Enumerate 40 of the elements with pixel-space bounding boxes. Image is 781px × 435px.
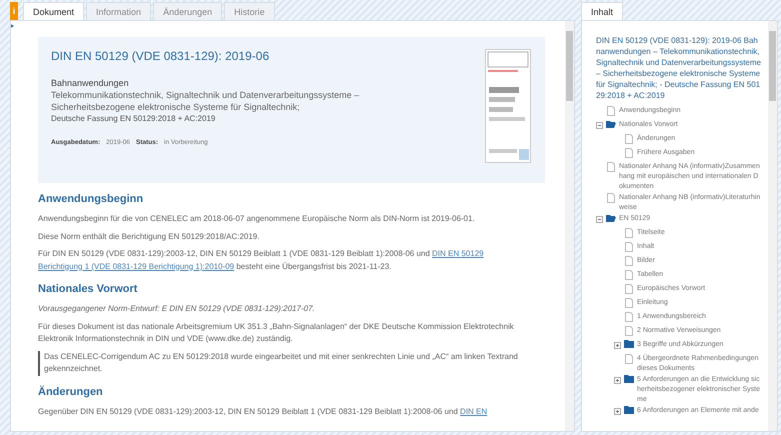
document-title: DIN EN 50129 (VDE 0831-129): 2019-06	[51, 49, 270, 63]
tab[interactable]: Änderungen	[153, 2, 222, 20]
toc-title[interactable]: DIN EN 50129 (VDE 0831-129): 2019-06 Bahnanwendungen – Telekommunikationstechnik, Signaltechnik und Datenverarbeitungssysteme – Sicherheitsbezogene elektronische Systeme für Signaltechnik; - Deutsche Fassung EN 50129:2018 + AC:2019	[596, 35, 762, 101]
section-heading: Anwendungsbeginn	[38, 193, 144, 205]
expand-icon[interactable]	[614, 377, 621, 384]
tab[interactable]: Dokument	[23, 2, 84, 20]
open-folder-icon	[606, 214, 616, 222]
paragraph: Für dieses Dokument ist das nationale Arbeitsgremium UK 351.3 „Bahn-Signalanlagen“ der DKE Deutsche Kommission Elektrotechnik Elektronik Informationstechnik in DIN und VDE (www.dke.de) zuständig.	[38, 320, 515, 345]
paragraph: Anwendungsbeginn für die von CENELEC am 2018-06-07 angenommene Europäische Norm als DIN-Norm ist 2019-06-01.	[38, 213, 476, 225]
page-icon	[624, 354, 634, 364]
paragraph: Diese Norm enthält die Berichtigung EN 50129:2018/AC:2019.	[38, 230, 260, 243]
paragraph: Vorausgegangener Norm-Entwurf: E DIN EN 50129 (VDE 0831-129):2017-07.	[38, 303, 316, 315]
document-subtitle: Bahnanwendungen	[51, 77, 130, 89]
paragraph: Für DIN EN 50129 (VDE 0831-129):2003-12, DIN EN 50129 Beiblatt 1 (VDE 0831-129 Beiblatt 1):2008-06 und DIN EN 50129 Berichtigung 1 (VDE 0831-129 Berichtigung 1):2010-09 besteht eine Übergangsfrist bis 2021-11-23.	[38, 248, 485, 273]
info-badge: i	[10, 2, 18, 20]
scrollbar[interactable]	[565, 21, 574, 431]
document-link[interactable]: Berichtigung 1 (VDE 0831-129 Berichtigung 1):2010-09	[38, 262, 234, 270]
tab[interactable]: Historie	[224, 2, 275, 20]
tab[interactable]: Information	[86, 2, 152, 20]
expand-icon[interactable]	[614, 408, 621, 415]
folder-icon	[624, 375, 634, 383]
page-icon	[606, 193, 616, 203]
scrollbar[interactable]	[768, 21, 777, 431]
paragraph: Gegenüber DIN EN 50129 (VDE 0831-129):2003-12, DIN EN 50129 Beiblatt 1 (VDE 0831-129 Beiblatt 1):2008-06 und DIN EN	[38, 406, 488, 418]
page-icon	[606, 106, 616, 116]
document-description: Telekommunikationstechnik, Signaltechnik und Datenverarbeitungssysteme –	[51, 89, 360, 101]
document-version: Deutsche Fassung EN 50129:2018 + AC:2019	[51, 113, 216, 125]
document-link[interactable]: DIN EN	[460, 406, 488, 416]
collapse-icon[interactable]	[596, 216, 603, 223]
folder-icon	[624, 406, 634, 414]
collapse-icon[interactable]	[596, 122, 603, 129]
section-heading: Änderungen	[38, 386, 104, 398]
document-link[interactable]: DIN EN 50129	[432, 249, 484, 258]
open-folder-icon	[606, 120, 616, 128]
paragraph: Das CENELEC-Corrigendum AC zu EN 50129:2018 wurde eingearbeitet und mit einer senkrechten Linie und „AC“ am linken Textrand gekennzeichnet.	[38, 350, 545, 376]
folder-icon	[624, 340, 634, 348]
tab[interactable]: Inhalt	[581, 2, 624, 20]
document-description: Sicherheitsbezogene elektronische Systeme für Signaltechnik;	[51, 101, 301, 113]
expand-icon[interactable]	[614, 342, 621, 349]
section-heading: Nationales Vorwort	[38, 283, 138, 295]
